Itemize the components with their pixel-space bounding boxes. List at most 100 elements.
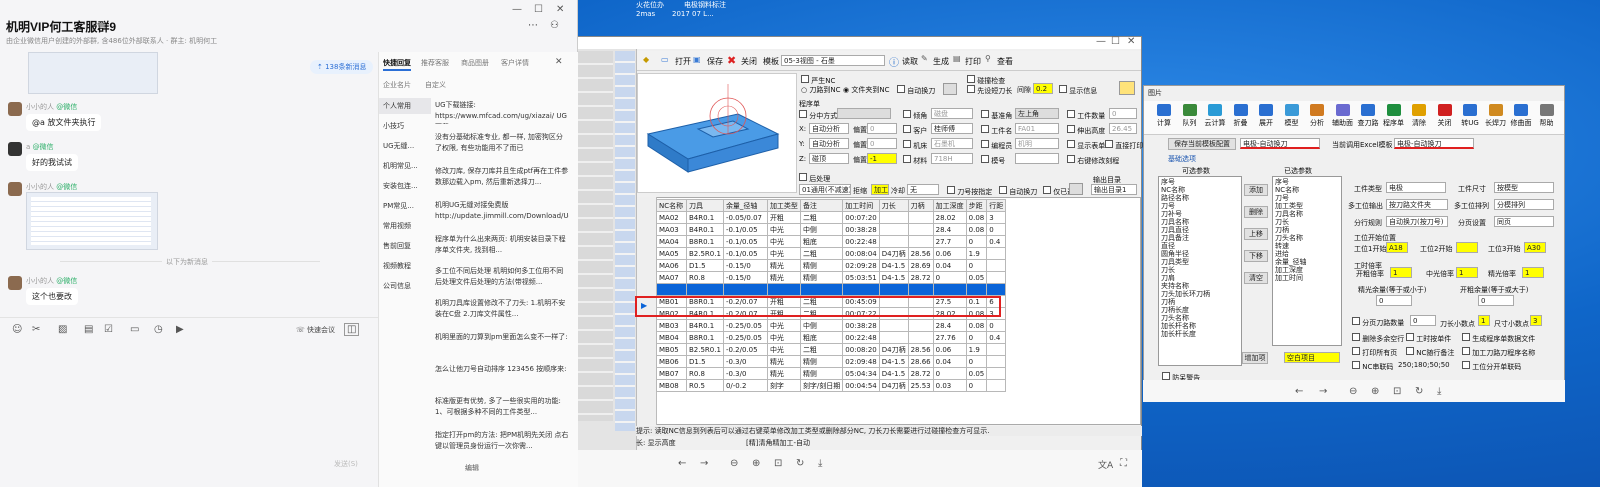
minimize-icon[interactable]: — (1096, 36, 1106, 47)
available-item[interactable]: 加长杆长度 (1161, 330, 1239, 338)
minimize-icon[interactable]: — (512, 4, 522, 15)
input-area[interactable]: ☺ ✂ ▨ ▤ ☑ ▭ ◷ ▶ ☏ 快速会议 ◫ 发送(S) (0, 317, 378, 487)
table-row[interactable]: MA07 R0.8 -0.15/0 精光 精侧 05:03:51 D4-1.5 28.72 0 0… (656, 271, 1007, 284)
send-button[interactable]: 发送(S) (334, 459, 358, 469)
selected-item[interactable]: 刀长 (1275, 218, 1339, 226)
template-select[interactable]: 05-3视图 - 石墨 (781, 55, 885, 66)
fine-ratio-input[interactable]: 1 (1522, 267, 1544, 278)
column-header[interactable]: NC名称 (656, 199, 687, 212)
list-action-button[interactable]: 删除 (1244, 206, 1268, 218)
warning-icon[interactable]: ◆ (643, 55, 649, 64)
print-direct-option[interactable]: 直接打印 (1105, 140, 1143, 151)
read-button[interactable]: 读取 (902, 56, 918, 67)
column-header[interactable]: 加工类型 (766, 199, 801, 212)
edit-button[interactable]: 编辑 (465, 463, 479, 473)
available-item[interactable]: 刀肩 (1161, 274, 1239, 282)
base-option[interactable]: 基准角 (981, 110, 1012, 121)
generate-button[interactable]: 生成 (933, 56, 949, 67)
close-icon[interactable]: ✕ (1127, 36, 1135, 47)
auto-change-option[interactable]: 自动换刀 (897, 85, 935, 96)
list-action-button[interactable]: 清空 (1244, 272, 1268, 284)
available-item[interactable]: 刀头名称 (1161, 314, 1239, 322)
category-item[interactable]: 常用视频 (379, 218, 431, 234)
selected-item[interactable]: 余量_径轴 (1275, 258, 1339, 266)
cool-select[interactable]: 无 (907, 184, 939, 195)
excel-select[interactable]: 电极-自动换刀 (1394, 138, 1474, 149)
tool-palette-icons[interactable] (615, 51, 635, 431)
category-item[interactable]: UG无缝... (379, 138, 431, 154)
ribbon-button[interactable]: 关闭 (1433, 104, 1457, 128)
center-mode-option[interactable]: 分中方式 (799, 110, 837, 121)
y-select[interactable]: 自动分析 (809, 138, 849, 149)
column-header[interactable]: 刀长 (878, 199, 909, 212)
category-item[interactable]: 视频教程 (379, 258, 431, 274)
mode-input[interactable]: 加工NC (871, 184, 889, 195)
image-icon[interactable]: ▨ (58, 324, 67, 335)
column-header[interactable]: 加工时间 (842, 199, 880, 212)
available-item[interactable]: 刀补号 (1161, 210, 1239, 218)
add-item-button[interactable]: 增加项 (1242, 352, 1268, 364)
column-header[interactable]: 步距 (965, 199, 988, 212)
workpiece-option[interactable]: 工件名 (981, 125, 1012, 136)
doc-icon[interactable]: ▤ (84, 324, 93, 335)
table-row[interactable]: MB05 B2.5R0.1 -0.2/0.05 中光 二粗 00:08:20 D4刀柄 28.… (656, 343, 1007, 356)
maximize-icon[interactable]: ☐ (1111, 36, 1120, 47)
customer-option[interactable]: 客户 (903, 125, 927, 136)
tool-sort-option[interactable]: 刀号按指定 (947, 186, 992, 197)
column-header[interactable]: 加工深度 (932, 199, 967, 212)
quick-reply-item[interactable]: 多工位不同后处理 机明如何多工位用不同后处理文件后处理的方法(带视频... (435, 266, 569, 290)
post-select[interactable]: 01通用(不减速) (799, 184, 851, 195)
tab-custom[interactable]: 自定义 (425, 80, 446, 90)
column-header[interactable]: 行距 (986, 199, 1007, 212)
save-button[interactable]: 保存 (707, 56, 723, 67)
right-edit-option[interactable]: 右键修改刻程 (1067, 155, 1119, 166)
save-template-button[interactable]: 保存当前模板配置 (1168, 138, 1236, 150)
available-item[interactable]: 加长杆名称 (1161, 322, 1239, 330)
ribbon-button[interactable]: 展开 (1254, 104, 1278, 128)
blank-item-input[interactable]: 空白项目 (1284, 352, 1340, 363)
task-icon[interactable]: ☑ (104, 324, 113, 335)
tab-customer[interactable]: 客户详情 (501, 58, 529, 68)
selected-item[interactable]: 刀柄 (1275, 226, 1339, 234)
z-offset-input[interactable]: -1 (867, 153, 897, 164)
ribbon-button[interactable]: 长焊刀 (1484, 104, 1508, 128)
station3-input[interactable]: A30 (1524, 242, 1546, 253)
avatar[interactable] (8, 182, 22, 196)
programmer-select[interactable]: 机明 (1015, 138, 1059, 149)
tab-quick-reply[interactable]: 快捷回复 (383, 58, 411, 68)
emoji-icon[interactable]: ☺ (12, 324, 22, 335)
available-item[interactable]: 直径 (1161, 242, 1239, 250)
message-bubble[interactable]: @a 放文件夹执行 (26, 114, 102, 131)
x-select[interactable]: 自动分析 (809, 123, 849, 134)
selected-table-row[interactable] (656, 283, 1007, 296)
ribbon-button[interactable]: 折叠 (1229, 104, 1253, 128)
forward-arrow-icon[interactable]: → (1319, 386, 1327, 397)
machine-select[interactable]: 石墨机 (931, 138, 973, 149)
desktop-icon-label[interactable]: 2017 07 L... (672, 10, 714, 18)
tool-to-nc-option[interactable]: ○ 刀路到NC (801, 85, 840, 95)
ribbon-button[interactable]: 模型 (1280, 104, 1304, 128)
avatar[interactable] (8, 276, 22, 290)
category-item[interactable]: 个人常用 (379, 98, 431, 114)
expand-icon[interactable]: ⛶ (1120, 458, 1127, 469)
table-row[interactable]: MA03 B4R0.1 -0.1/0.05 中光 中侧 00:38:28 28.4 0.08 0 (656, 223, 1007, 236)
ribbon-button[interactable]: 程序单 (1382, 104, 1406, 128)
rough-allowance-input[interactable]: 0 (1478, 295, 1514, 306)
table-icon[interactable] (1069, 183, 1083, 195)
workpiece-input[interactable]: FA01 (1015, 123, 1059, 134)
column-header[interactable]: 余量_径轴 (722, 199, 768, 212)
rotate-icon[interactable]: ↻ (796, 458, 804, 469)
category-item[interactable]: 公司信息 (379, 278, 431, 294)
tool-check-option[interactable]: 工时按单件 (1406, 333, 1451, 344)
fit-icon[interactable]: ⊡ (774, 458, 782, 469)
selected-item[interactable]: 转速 (1275, 242, 1339, 250)
available-item[interactable]: 刀具直径 (1161, 226, 1239, 234)
available-item[interactable]: 刀具备注 (1161, 234, 1239, 242)
close-icon[interactable]: ✕ (555, 57, 563, 67)
list-action-button[interactable]: 下移 (1244, 250, 1268, 262)
quick-reply-item[interactable]: 怎么让他刀号自动排序 123456 按顺序来: (435, 364, 569, 388)
open-button[interactable]: 打开 (675, 56, 691, 67)
model-viewport[interactable] (637, 73, 797, 193)
broom-icon[interactable] (1119, 81, 1135, 95)
ribbon-button[interactable]: 辅助面 (1331, 104, 1355, 128)
